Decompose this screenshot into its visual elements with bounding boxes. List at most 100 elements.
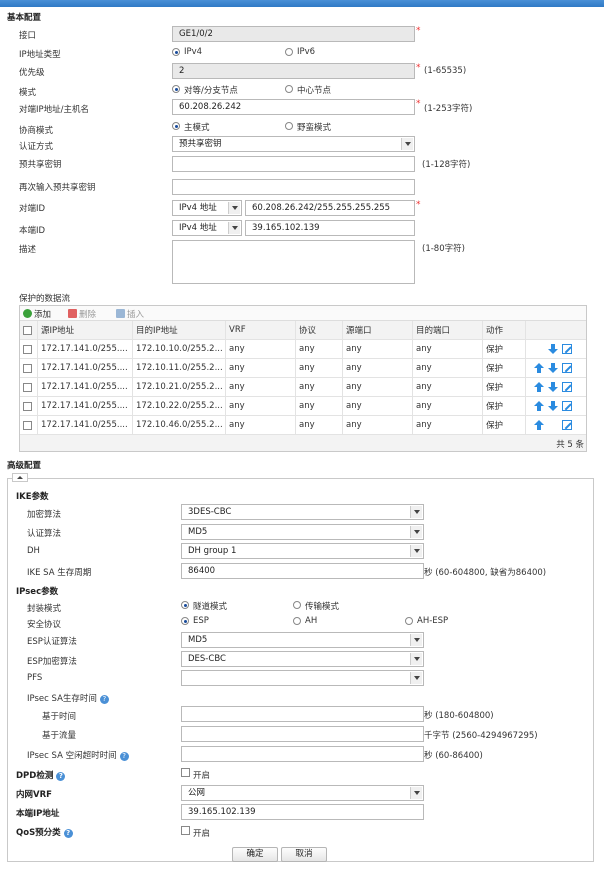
esp-enc-select[interactable]: DES-CBC <box>181 651 424 667</box>
psk-input[interactable] <box>172 156 415 172</box>
priority-hint: (1-65535) <box>424 66 467 76</box>
move-down-icon[interactable] <box>548 401 558 412</box>
interface-field: GE1/0/2 <box>172 26 415 42</box>
ipv6-radio[interactable] <box>285 48 293 56</box>
col-protocol[interactable]: 协议 <box>296 321 343 339</box>
move-up-icon[interactable] <box>534 363 544 374</box>
local-id-label: 本端ID <box>19 226 46 236</box>
row-checkbox[interactable] <box>23 382 32 392</box>
edit-icon[interactable] <box>562 401 572 411</box>
select-all-checkbox[interactable] <box>23 325 32 335</box>
local-id-type-select[interactable]: IPv4 地址 <box>172 220 242 236</box>
help-icon[interactable]: ? <box>119 752 129 761</box>
tunnel-mode-radio[interactable] <box>181 601 189 609</box>
move-down-icon[interactable] <box>548 382 558 393</box>
edit-icon[interactable] <box>562 363 572 373</box>
time-based-label: 基于时间 <box>42 712 77 722</box>
help-icon[interactable]: ? <box>99 695 109 704</box>
traffic-based-hint: 千字节 (2560-4294967295) <box>424 731 538 741</box>
row-checkbox[interactable] <box>23 363 32 373</box>
idle-timeout-label: IPsec SA 空闲超时时间? <box>27 749 129 761</box>
dh-select[interactable]: DH group 1 <box>181 543 424 559</box>
nego-mode-label: 协商模式 <box>19 126 54 136</box>
auth-method-select[interactable]: 预共享密钥 <box>172 136 415 152</box>
pfs-select[interactable] <box>181 670 424 686</box>
local-ip-input[interactable]: 39.165.102.139 <box>181 804 424 820</box>
idle-timeout-input[interactable] <box>181 746 424 762</box>
idle-timeout-hint: 秒 (60-86400) <box>424 751 483 761</box>
col-dst-port[interactable]: 目的端口 <box>413 321 483 339</box>
move-up-icon[interactable] <box>534 382 544 393</box>
ike-auth-label: 认证算法 <box>27 529 62 539</box>
ipsec-section-title: IPsec参数 <box>16 587 59 597</box>
dpd-checkbox[interactable] <box>181 768 190 777</box>
row-checkbox[interactable] <box>23 420 32 430</box>
table-row[interactable]: 172.17.141.0/255.... 172.10.46.0/255.2..… <box>20 416 586 435</box>
edit-icon[interactable] <box>562 344 572 354</box>
table-row[interactable]: 172.17.141.0/255.... 172.10.21.0/255.2..… <box>20 378 586 397</box>
tunnel-mode-label: 隧道模式 <box>193 602 228 612</box>
trash-icon <box>68 309 77 318</box>
col-dst-ip[interactable]: 目的IP地址 <box>133 321 226 339</box>
insert-button[interactable]: 插入 <box>116 308 144 320</box>
ipv6-radio-label: IPv6 <box>297 47 316 57</box>
col-src-ip[interactable]: 源IP地址 <box>38 321 133 339</box>
move-down-icon[interactable] <box>548 363 558 374</box>
move-up-icon[interactable] <box>534 420 544 431</box>
row-checkbox[interactable] <box>23 401 32 411</box>
mode-center-radio[interactable] <box>285 85 293 93</box>
col-vrf[interactable]: VRF <box>226 321 296 339</box>
qos-checkbox[interactable] <box>181 826 190 835</box>
ike-auth-select[interactable]: MD5 <box>181 524 424 540</box>
ipv4-radio[interactable] <box>172 48 180 56</box>
edit-icon[interactable] <box>562 382 572 392</box>
help-icon[interactable]: ? <box>63 829 73 838</box>
mode-peer-radio[interactable] <box>172 85 180 93</box>
edit-icon[interactable] <box>562 420 572 430</box>
esp-label: ESP <box>193 616 209 626</box>
nego-aggressive-radio[interactable] <box>285 122 293 130</box>
nego-main-radio[interactable] <box>172 122 180 130</box>
ike-life-hint: 秒 (60-604800, 缺省为86400) <box>424 568 547 578</box>
table-row[interactable]: 172.17.141.0/255.... 172.10.11.0/255.2..… <box>20 359 586 378</box>
peer-id-label: 对端ID <box>19 204 46 214</box>
mode-label: 模式 <box>19 88 37 98</box>
peer-id-input[interactable]: 60.208.26.242/255.255.255.255 <box>245 200 415 216</box>
chevron-down-icon <box>410 653 422 665</box>
help-icon[interactable]: ? <box>56 772 66 781</box>
traffic-based-input[interactable] <box>181 726 424 742</box>
time-based-input[interactable] <box>181 706 424 722</box>
row-checkbox[interactable] <box>23 344 32 354</box>
vrf-select[interactable]: 公网 <box>181 785 424 801</box>
ike-life-input[interactable]: 86400 <box>181 563 424 579</box>
esp-auth-select[interactable]: MD5 <box>181 632 424 648</box>
psk-confirm-input[interactable] <box>172 179 415 195</box>
delete-button[interactable]: 删除 <box>68 308 96 320</box>
add-button[interactable]: 添加 <box>23 308 51 320</box>
description-textarea[interactable] <box>172 240 415 284</box>
esp-radio[interactable] <box>181 617 189 625</box>
peer-address-hint: (1-253字符) <box>424 104 473 114</box>
collapse-toggle-icon[interactable] <box>12 473 28 482</box>
table-header: 源IP地址 目的IP地址 VRF 协议 源端口 目的端口 动作 <box>20 321 586 340</box>
mode-peer-label: 对等/分支节点 <box>184 86 238 96</box>
window-title-bar <box>0 0 604 7</box>
peer-id-type-select[interactable]: IPv4 地址 <box>172 200 242 216</box>
table-row[interactable]: 172.17.141.0/255.... 172.10.22.0/255.2..… <box>20 397 586 416</box>
ah-esp-radio[interactable] <box>405 617 413 625</box>
local-id-input[interactable]: 39.165.102.139 <box>245 220 415 236</box>
transport-mode-radio[interactable] <box>293 601 301 609</box>
table-row[interactable]: 172.17.141.0/255.... 172.10.10.0/255.2..… <box>20 340 586 359</box>
cancel-button[interactable]: 取消 <box>281 847 327 862</box>
ah-radio[interactable] <box>293 617 301 625</box>
ike-enc-select[interactable]: 3DES-CBC <box>181 504 424 520</box>
col-src-port[interactable]: 源端口 <box>343 321 413 339</box>
chevron-down-icon <box>410 545 422 557</box>
ok-button[interactable]: 确定 <box>232 847 278 862</box>
dh-label: DH <box>27 546 40 556</box>
peer-address-input[interactable]: 60.208.26.242 <box>172 99 415 115</box>
move-down-icon[interactable] <box>548 344 558 355</box>
move-up-icon[interactable] <box>534 401 544 412</box>
required-mark: * <box>416 200 421 210</box>
col-action[interactable]: 动作 <box>483 321 526 339</box>
